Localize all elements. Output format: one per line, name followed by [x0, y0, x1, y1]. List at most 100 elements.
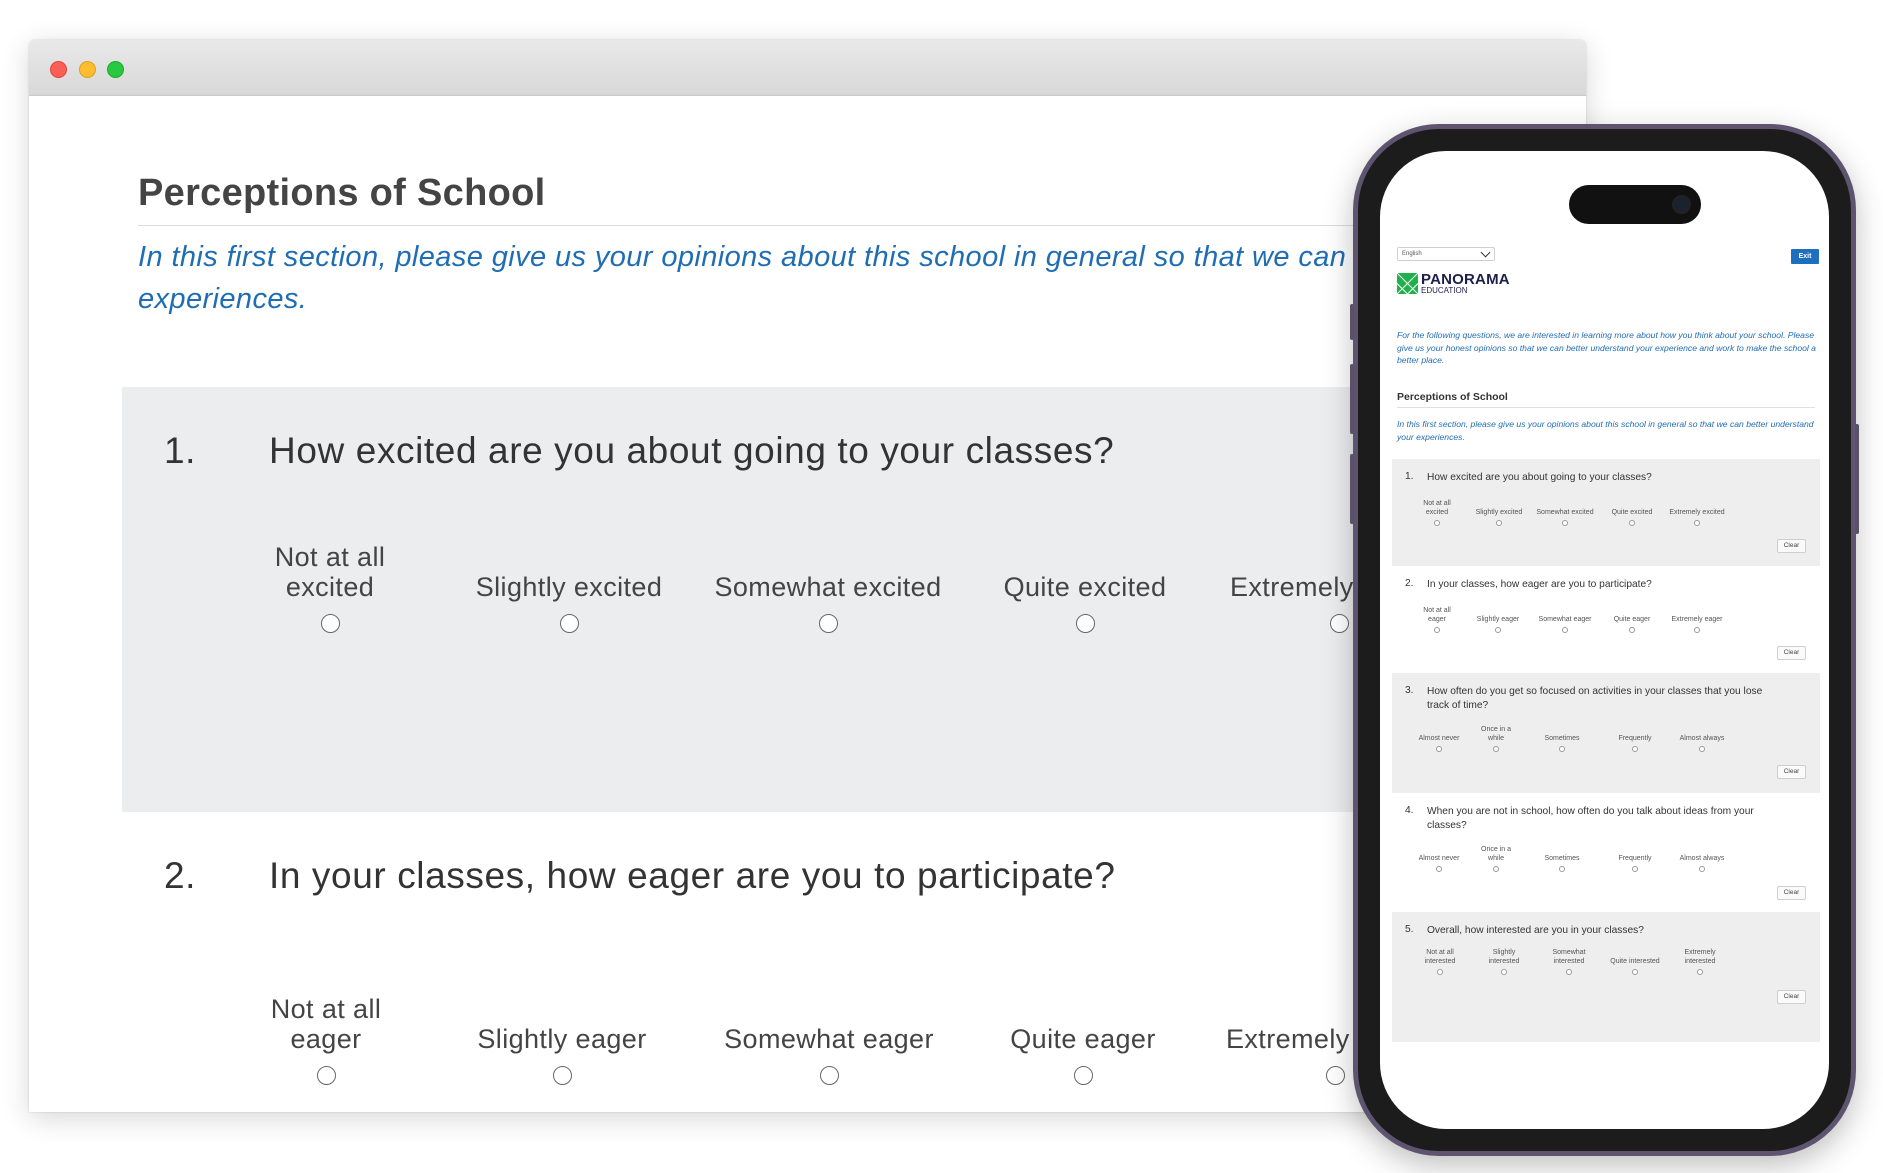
radio-button[interactable] [1436, 866, 1442, 872]
option-not-at-all-excited[interactable]: Not at all excited [210, 542, 450, 633]
question-number: 5. [1405, 924, 1414, 935]
logo-subtitle: EDUCATION [1421, 286, 1468, 295]
option-label: Sometimes [1544, 735, 1580, 742]
exit-button[interactable]: Exit [1791, 249, 1819, 264]
option-label: Almost always [1679, 855, 1725, 862]
chevron-down-icon [1480, 247, 1491, 258]
option-5[interactable]: Extremely interested [1659, 948, 1741, 975]
clear-button[interactable]: Clear [1777, 990, 1806, 1004]
clear-button[interactable]: Clear [1777, 646, 1806, 660]
option-label: Somewhat excited [714, 572, 942, 602]
radio-button[interactable] [1632, 746, 1638, 752]
option-not-at-all-eager[interactable]: Not at all eager [206, 994, 446, 1085]
question-text: Overall, how interested are you in your … [1427, 925, 1644, 936]
option-label: Extremely excited [1669, 509, 1725, 516]
radio-button[interactable] [1562, 520, 1568, 526]
radio-button[interactable] [1632, 866, 1638, 872]
radio-button[interactable] [316, 1066, 336, 1085]
option-label: Somewhat eager [724, 1024, 934, 1054]
option-somewhat-excited[interactable]: Somewhat excited [708, 542, 948, 633]
section-divider [1397, 407, 1815, 408]
radio-button[interactable] [1629, 520, 1635, 526]
camera-icon [1672, 195, 1691, 214]
phone-question-2: 2. In your classes, how eager are you to… [1392, 566, 1820, 673]
radio-button[interactable] [1434, 627, 1440, 633]
radio-button[interactable] [1697, 969, 1703, 975]
radio-button[interactable] [1493, 866, 1499, 872]
radio-button[interactable] [1495, 627, 1501, 633]
radio-button[interactable] [1493, 746, 1499, 752]
option-5[interactable]: Almost always [1661, 845, 1743, 872]
option-label: Quite excited [1003, 572, 1167, 602]
radio-button[interactable] [1075, 614, 1095, 633]
option-5[interactable]: Almost always [1661, 725, 1743, 752]
question-number: 1. [164, 430, 196, 471]
phone-question-1: 1. How excited are you about going to yo… [1392, 459, 1820, 566]
radio-button[interactable] [1073, 1066, 1093, 1085]
option-somewhat-eager[interactable]: Somewhat eager [709, 994, 949, 1085]
question-number: 4. [1405, 805, 1414, 816]
radio-button[interactable] [1330, 614, 1349, 633]
radio-button[interactable] [1436, 746, 1442, 752]
maximize-window-button[interactable] [107, 61, 124, 78]
language-select[interactable]: English [1397, 247, 1495, 261]
clear-button[interactable]: Clear [1777, 765, 1806, 779]
option-quite-excited[interactable]: Quite excited [965, 542, 1205, 633]
radio-button[interactable] [1434, 520, 1440, 526]
option-slightly-eager[interactable]: Slightly eager [442, 994, 682, 1085]
survey-intro: For the following questions, we are inte… [1397, 330, 1816, 365]
question-number: 1. [1405, 471, 1414, 482]
radio-button[interactable] [1566, 969, 1572, 975]
minimize-window-button[interactable] [79, 61, 96, 78]
close-window-button[interactable] [50, 61, 67, 78]
question-text: How excited are you about going to your … [1427, 472, 1652, 483]
option-label: Extremely interested [1684, 949, 1716, 965]
radio-button[interactable] [1326, 1066, 1345, 1085]
radio-button[interactable] [818, 614, 838, 633]
question-text: In your classes, how eager are you to pa… [1427, 579, 1652, 590]
option-label: Extremely eager [1671, 616, 1723, 623]
question-number: 2. [1405, 578, 1414, 589]
radio-button[interactable] [1562, 627, 1568, 633]
option-quite-eager[interactable]: Quite eager [963, 994, 1203, 1085]
option-slightly-excited[interactable]: Slightly excited [449, 542, 689, 633]
phone-screen: English Exit PANORAMA EDUCATION For the … [1380, 151, 1829, 1129]
radio-button[interactable] [819, 1066, 839, 1085]
radio-button[interactable] [1559, 866, 1565, 872]
option-label: Sometimes [1544, 855, 1580, 862]
option-3[interactable]: Sometimes [1521, 845, 1603, 872]
radio-button[interactable] [552, 1066, 572, 1085]
clear-button[interactable]: Clear [1777, 886, 1806, 900]
option-5[interactable]: Extremely eager [1656, 606, 1738, 633]
phone-question-4: 4. When you are not in school, how often… [1392, 793, 1820, 912]
radio-button[interactable] [1699, 746, 1705, 752]
phone-question-3: 3. How often do you get so focused on ac… [1392, 673, 1820, 793]
language-select-value: English [1402, 251, 1422, 257]
phone-question-5: 5. Overall, how interested are you in yo… [1392, 912, 1820, 1042]
browser-titlebar [29, 40, 1586, 96]
option-label: Not at all eager [270, 994, 382, 1054]
radio-button[interactable] [1629, 627, 1635, 633]
radio-button[interactable] [1559, 746, 1565, 752]
radio-button[interactable] [1496, 520, 1502, 526]
phone-bezel: English Exit PANORAMA EDUCATION For the … [1358, 129, 1851, 1151]
radio-button[interactable] [320, 614, 340, 633]
phone-action-button [1350, 304, 1354, 340]
radio-button[interactable] [1501, 969, 1507, 975]
option-5[interactable]: Extremely excited [1656, 499, 1738, 526]
question-text: How excited are you about going to your … [269, 430, 1115, 471]
radio-button[interactable] [1694, 520, 1700, 526]
clear-button[interactable]: Clear [1777, 539, 1806, 553]
option-label: Quite eager [1010, 1024, 1156, 1054]
radio-button[interactable] [1699, 866, 1705, 872]
radio-button[interactable] [1437, 969, 1443, 975]
radio-button[interactable] [1694, 627, 1700, 633]
option-3[interactable]: Sometimes [1521, 725, 1603, 752]
option-label: Almost always [1679, 735, 1725, 742]
question-text: When you are not in school, how often do… [1427, 806, 1754, 831]
option-label: Slightly excited [475, 572, 663, 602]
question-number: 2. [164, 855, 196, 896]
option-label: Not at all excited [274, 542, 386, 602]
radio-button[interactable] [1632, 969, 1638, 975]
radio-button[interactable] [559, 614, 579, 633]
